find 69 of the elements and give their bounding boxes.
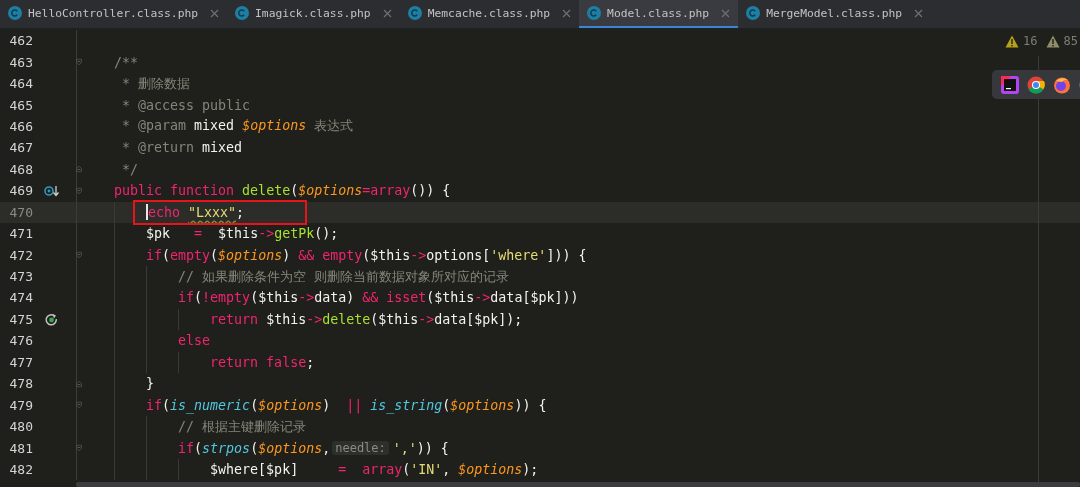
file-tab[interactable]: MergeModel.class.php [738,0,932,28]
line-number: 465 [8,97,33,113]
code-text: // 如果删除条件为空 则删除当前数据对象所对应的记录 [178,267,510,286]
class-icon [587,6,602,20]
line-number: 474 [8,290,33,306]
code-text: * @param mixed $options 表达式 [121,117,354,136]
line-number: 468 [8,161,33,177]
warning-count: 85 [1063,34,1078,48]
chrome-icon[interactable] [1027,75,1045,94]
app-icon[interactable] [1001,75,1019,94]
file-tab[interactable]: Model.class.php [579,0,739,28]
warning-count: 16 [1023,34,1038,48]
class-icon [235,6,250,20]
line-number: 480 [8,419,33,435]
code-text: public function delete($options=array()) { [114,183,451,199]
code-text: $where[$pk] = array('IN', $options); [210,461,539,477]
file-tab[interactable]: Imagick.class.php [227,0,400,28]
line-number: 470 [8,204,33,220]
line-number: 466 [8,118,33,134]
line-number: 482 [8,461,33,477]
code-text: if(is_numeric($options) || is_string($options)) { [146,397,547,413]
code-text: * 删除数据 [121,74,191,93]
file-tab[interactable]: Memcache.class.php [399,0,580,28]
code-text: return $this->delete($this->data[$pk]); [210,311,523,327]
class-icon [746,6,761,20]
recursion-icon[interactable] [45,312,58,326]
close-icon[interactable] [210,8,220,18]
file-tab[interactable]: HelloController.class.php [0,0,228,28]
close-icon[interactable] [562,8,572,18]
line-number: 477 [8,354,33,370]
override-icon[interactable] [43,184,60,197]
code-text: echo "Lxxx"; [148,204,245,220]
close-icon[interactable] [382,8,392,18]
code-text: // 根据主键删除记录 [178,417,307,436]
code-text: $pk = $this->getPk(); [146,226,339,242]
line-number: 469 [8,183,33,199]
close-icon[interactable] [721,8,731,18]
code-text: else [178,333,211,349]
line-number: 481 [8,440,33,456]
parameter-hint: needle: [332,441,389,456]
line-number: 472 [8,247,33,263]
class-icon [8,6,22,20]
line-number: 479 [8,397,33,413]
line-number: 473 [8,269,33,285]
code-text: if(!empty($this->data) && isset($this->data[$pk])) [178,290,579,306]
line-number: 467 [8,140,33,156]
horizontal-scrollbar[interactable] [76,482,1080,487]
close-icon[interactable] [914,8,924,18]
code-text: } [146,376,155,392]
line-number: 463 [8,54,33,70]
line-number: 475 [8,311,33,327]
line-number: 462 [8,33,33,49]
warning-icon [1005,34,1020,48]
line-number: 471 [8,226,33,242]
text-cursor [146,204,149,221]
code-text: ',')) { [392,440,449,456]
line-number: 476 [8,333,33,349]
class-icon [407,6,422,20]
code-text: * @access public [121,97,251,113]
line-number: 478 [8,376,33,392]
line-number: 464 [8,76,33,92]
code-text: if(empty($options) && empty($this->options['where'])) { [146,247,587,263]
code-text: /** [114,54,139,70]
firefox-icon[interactable] [1053,75,1071,94]
code-text: if(strpos($options, [178,440,331,456]
code-text: return false; [210,354,315,370]
code-text: */ [121,161,139,177]
warning-icon [1045,34,1060,48]
code-text: * @return mixed [121,140,243,156]
